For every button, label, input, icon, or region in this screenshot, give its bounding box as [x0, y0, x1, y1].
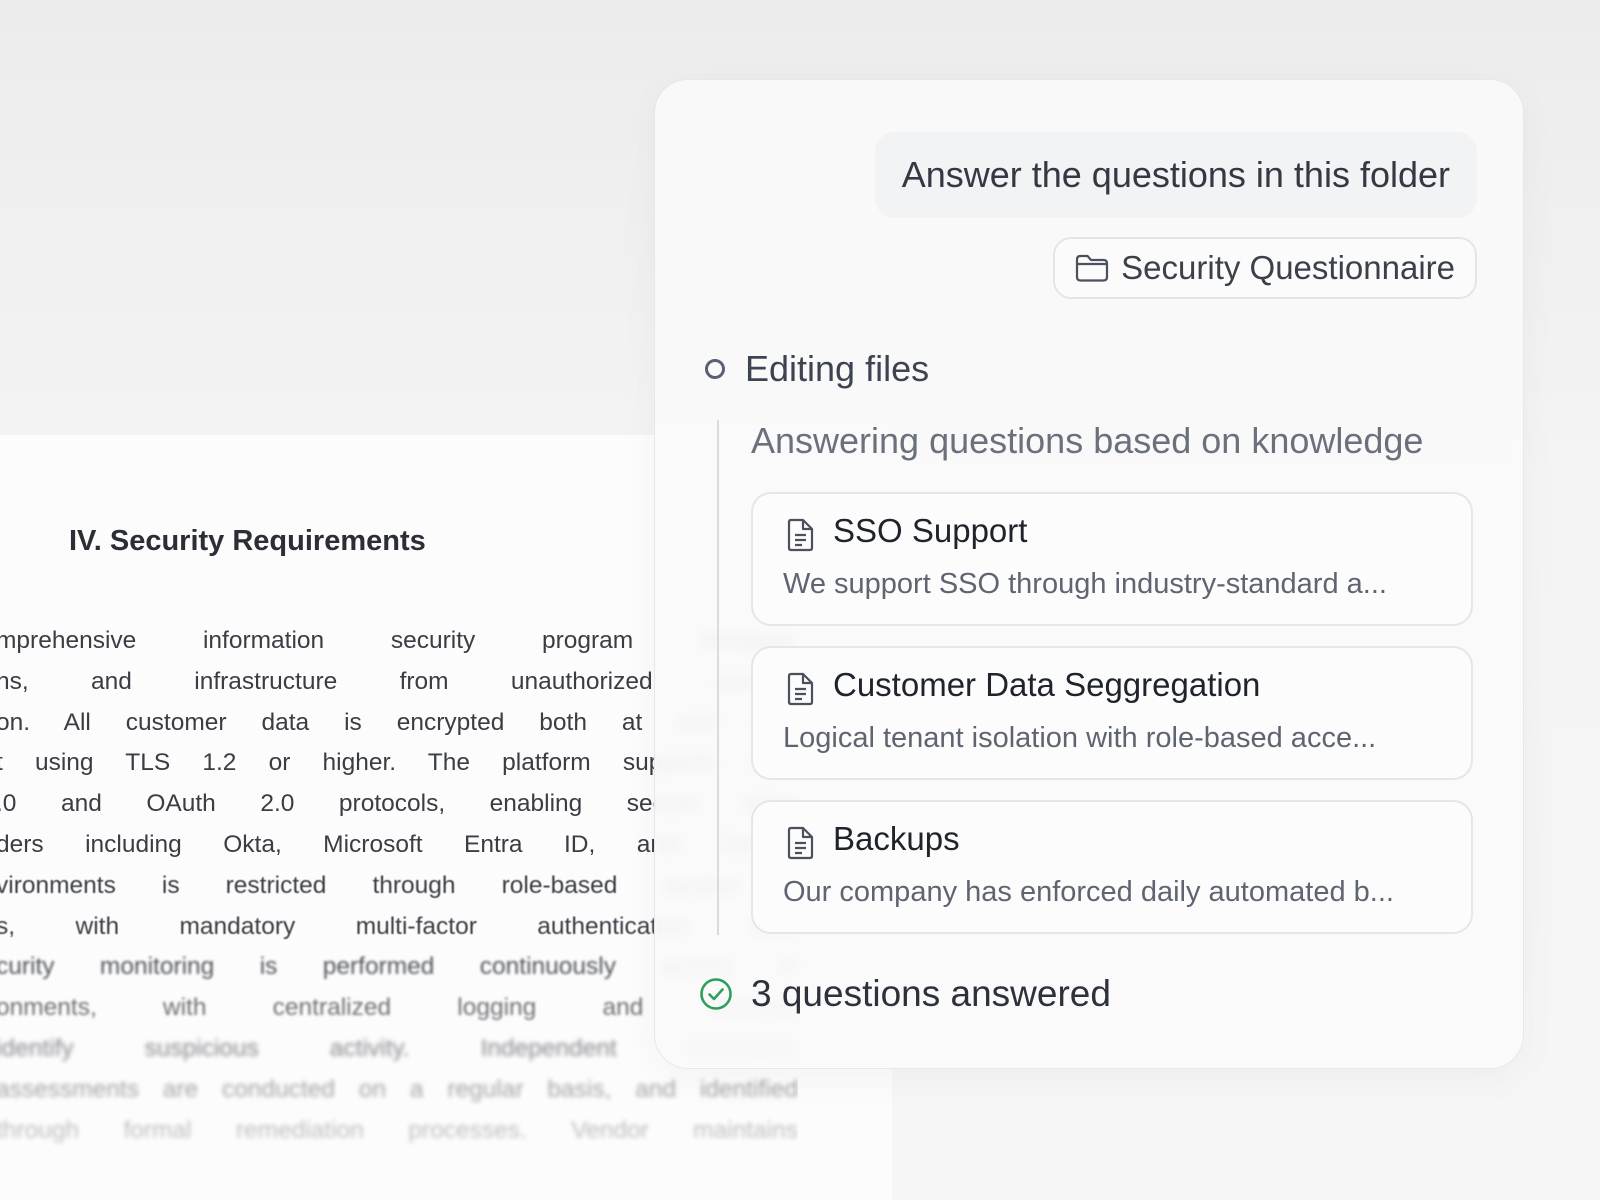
file-icon [787, 826, 814, 860]
card-title: Backups [833, 820, 960, 857]
user-message: Answer the questions in this folder [874, 132, 1477, 218]
check-circle-icon [700, 978, 732, 1010]
answer-card[interactable]: Customer Data Seggregation Logical tenan… [751, 646, 1473, 780]
completion-label: 3 questions answered [751, 973, 1111, 1014]
document-line: through formal remediation processes. Ve… [0, 1116, 798, 1144]
completion-status: 3 questions answered [699, 973, 1111, 1015]
status-label: Editing files [745, 348, 930, 389]
editing-status: Editing files [705, 348, 929, 390]
sub-status: Answering questions based on knowledge [751, 420, 1424, 461]
document-line: assessments are conducted on a regular b… [0, 1075, 798, 1103]
file-icon [787, 518, 814, 552]
folder-attachment-chip[interactable]: Security Questionnaire [1053, 237, 1477, 299]
card-snippet: We support SSO through industry-standard… [783, 568, 1387, 600]
folder-chip-label: Security Questionnaire [1121, 249, 1455, 286]
card-snippet: Our company has enforced daily automated… [783, 876, 1394, 908]
answer-card[interactable]: Backups Our company has enforced daily a… [751, 800, 1473, 934]
card-title: Customer Data Seggregation [833, 666, 1261, 703]
card-title: SSO Support [833, 512, 1028, 549]
assistant-panel: Answer the questions in this folder Secu… [654, 79, 1524, 1069]
answer-card[interactable]: SSO Support We support SSO through indus… [751, 492, 1473, 626]
circle-icon [705, 359, 725, 379]
file-icon [787, 672, 814, 706]
card-snippet: Logical tenant isolation with role-based… [783, 722, 1377, 754]
document-heading: IV. Security Requirements [69, 525, 426, 557]
folder-icon [1076, 254, 1109, 282]
progress-rail [717, 420, 719, 935]
